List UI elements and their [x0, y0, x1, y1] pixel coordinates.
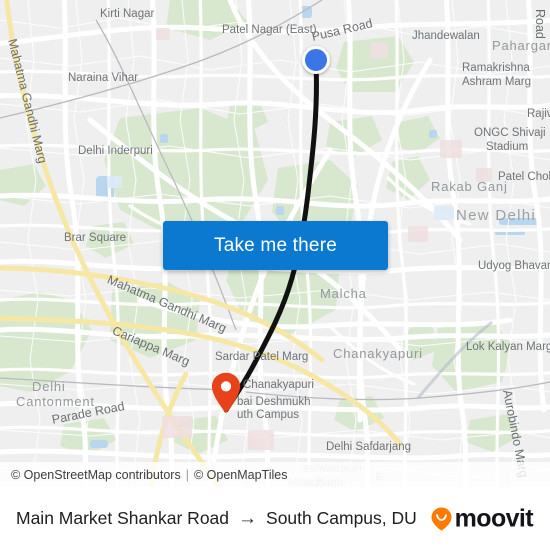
origin-dot[interactable] [302, 46, 330, 74]
openmaptiles-attribution-link[interactable]: © OpenMapTiles [194, 468, 288, 482]
take-me-there-button[interactable]: Take me there [163, 221, 388, 270]
take-me-there-label: Take me there [214, 234, 337, 256]
arrow-icon: → [238, 508, 258, 529]
destination-pin[interactable] [211, 372, 241, 414]
moovit-logo[interactable]: moovit [431, 504, 534, 533]
route-footer: Main Market Shankar Road → South Campus,… [0, 487, 550, 550]
moovit-pin-icon [431, 506, 452, 531]
destination-name: South Campus, DU [266, 508, 417, 528]
map-canvas[interactable]: Kirti Nagar Patel Nagar (East) Pusa Road Jh… [0, 0, 550, 487]
map-attribution: © OpenStreetMap contributors | © OpenMap… [0, 462, 550, 487]
attribution-separator: | [185, 467, 189, 482]
moovit-wordmark: moovit [454, 504, 534, 532]
origin-name: Main Market Shankar Road [16, 508, 230, 528]
openstreetmap-attribution-link[interactable]: © OpenStreetMap contributors [11, 468, 181, 482]
moovit-map-screen: Kirti Nagar Patel Nagar (East) Pusa Road Jh… [0, 0, 550, 550]
route-summary: Main Market Shankar Road → South Campus,… [16, 508, 417, 529]
